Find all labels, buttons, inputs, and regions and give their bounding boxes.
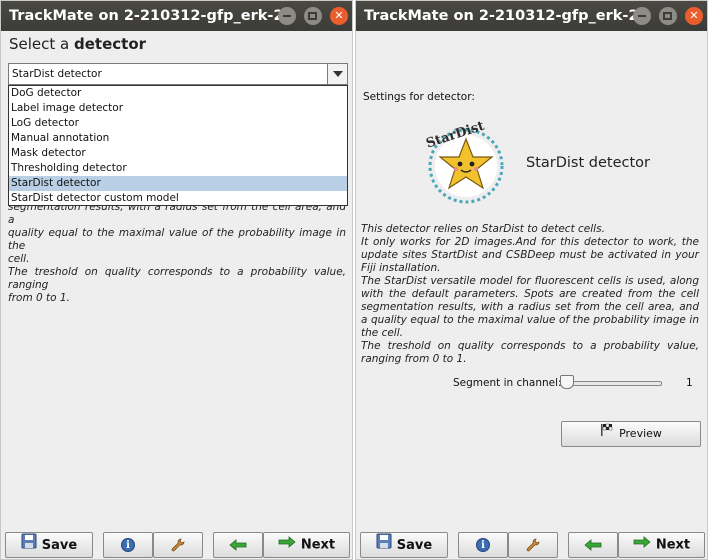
maximize-icon <box>663 12 673 20</box>
preview-label: Preview <box>619 427 662 440</box>
option-dog-detector[interactable]: DoG detector <box>9 86 347 101</box>
window-title: TrackMate on 2-210312-gfp_erk-231-u... <box>9 8 291 24</box>
next-label: Next <box>655 537 691 553</box>
preview-button[interactable]: Preview <box>561 421 701 447</box>
next-label: Next <box>300 537 336 553</box>
close-button[interactable]: ✕ <box>685 7 703 25</box>
maximize-icon <box>308 12 318 20</box>
save-button[interactable]: Save <box>5 532 93 558</box>
minimize-button[interactable] <box>277 7 296 25</box>
description-paragraph: This detector relies on StarDist to dete… <box>361 223 605 235</box>
close-icon: ✕ <box>689 9 699 22</box>
option-log-detector[interactable]: LoG detector <box>9 116 347 131</box>
next-button[interactable]: Next <box>263 532 350 558</box>
description-paragraph: The treshold on quality corresponds to a… <box>361 340 699 365</box>
heading-bold: detector <box>74 35 147 53</box>
arrow-right-icon <box>278 533 296 557</box>
maximize-button[interactable] <box>658 7 677 25</box>
settings-button[interactable] <box>508 532 558 558</box>
arrow-right-icon <box>633 533 651 557</box>
arrow-left-icon <box>584 537 602 552</box>
window-title: TrackMate on 2-210312-gfp_erk-231-u... <box>364 8 646 24</box>
maximize-button[interactable] <box>303 7 322 25</box>
description-line: from 0 to 1. <box>8 292 70 304</box>
description-paragraph: The StarDist versatile model for fluores… <box>361 275 699 339</box>
title-bar[interactable]: TrackMate on 2-210312-gfp_erk-231-u... ✕ <box>1 1 352 31</box>
checkered-flag-icon <box>600 422 614 446</box>
arrow-left-icon <box>229 537 247 552</box>
chevron-down-icon[interactable] <box>327 64 347 84</box>
trackmate-window-left: TrackMate on 2-210312-gfp_erk-231-u... ✕… <box>0 0 353 560</box>
detector-dropdown-list: DoG detector Label image detector LoG de… <box>8 85 348 206</box>
settings-for-detector-label: Settings for detector: <box>363 91 475 103</box>
wrench-icon <box>170 537 186 552</box>
channel-slider-track[interactable] <box>562 381 662 386</box>
save-label: Save <box>41 538 78 553</box>
stardist-logo-icon: StarDist <box>418 119 510 205</box>
minimize-button[interactable] <box>632 7 651 25</box>
previous-button[interactable] <box>568 532 618 558</box>
heading-prefix: Select a <box>9 35 70 53</box>
select-detector-heading: Select a detector <box>9 35 146 53</box>
minimize-icon <box>637 15 646 17</box>
segment-channel-label: Segment in channel: <box>453 377 562 389</box>
combobox-value: StarDist detector <box>12 68 102 80</box>
channel-value: 1 <box>686 377 693 389</box>
settings-button[interactable] <box>153 532 203 558</box>
option-stardist-custom-model[interactable]: StarDist detector custom model <box>9 191 347 206</box>
option-stardist-detector[interactable]: StarDist detector <box>9 176 347 191</box>
option-mask-detector[interactable]: Mask detector <box>9 146 347 161</box>
info-icon: i <box>121 537 135 552</box>
window-controls: ✕ <box>275 7 348 25</box>
window-controls: ✕ <box>630 7 703 25</box>
title-bar[interactable]: TrackMate on 2-210312-gfp_erk-231-u... ✕ <box>356 1 707 31</box>
close-button[interactable]: ✕ <box>330 7 348 25</box>
detector-description-partial: segmentation results, with a radius set … <box>8 201 346 305</box>
detector-description: This detector relies on StarDist to dete… <box>361 223 699 366</box>
save-button[interactable]: Save <box>360 532 448 558</box>
info-button[interactable]: i <box>103 532 153 558</box>
info-icon: i <box>476 537 490 552</box>
wrench-icon <box>525 537 541 552</box>
previous-button[interactable] <box>213 532 263 558</box>
detector-name-label: StarDist detector <box>526 155 651 171</box>
close-icon: ✕ <box>334 9 344 22</box>
option-manual-annotation[interactable]: Manual annotation <box>9 131 347 146</box>
save-disk-icon <box>376 533 392 558</box>
description-line: quality equal to the maximal value of th… <box>8 227 346 252</box>
save-label: Save <box>396 538 433 553</box>
option-thresholding-detector[interactable]: Thresholding detector <box>9 161 347 176</box>
description-line: The treshold on quality corresponds to a… <box>8 266 346 291</box>
minimize-icon <box>282 15 291 17</box>
option-label-image-detector[interactable]: Label image detector <box>9 101 347 116</box>
channel-slider-thumb[interactable] <box>560 375 574 389</box>
description-paragraph: It only works for 2D images.And for this… <box>361 236 699 274</box>
next-button[interactable]: Next <box>618 532 705 558</box>
save-disk-icon <box>21 533 37 558</box>
info-button[interactable]: i <box>458 532 508 558</box>
detector-combobox[interactable]: StarDist detector <box>8 63 348 85</box>
trackmate-window-right: TrackMate on 2-210312-gfp_erk-231-u... ✕… <box>355 0 708 560</box>
description-line: cell. <box>8 253 30 265</box>
